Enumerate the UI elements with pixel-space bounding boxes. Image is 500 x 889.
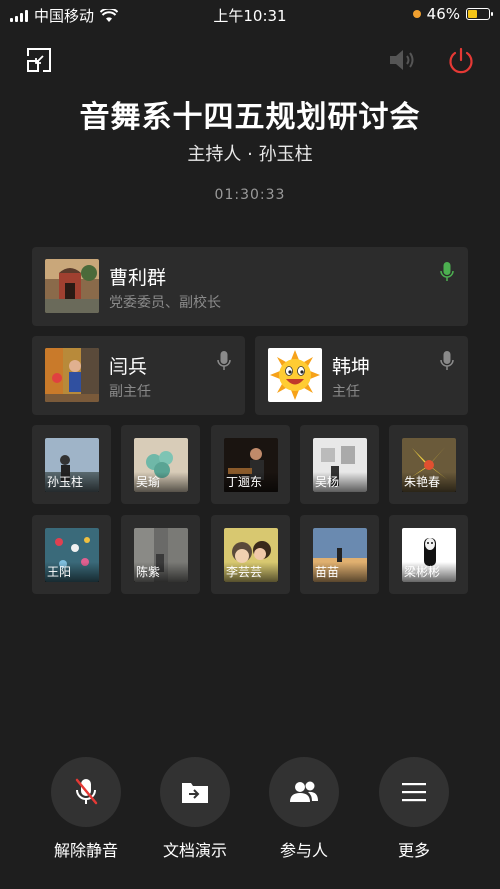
- unmute-control[interactable]: 解除静音: [51, 757, 121, 861]
- avatar: [268, 348, 322, 402]
- end-meeting-button[interactable]: [446, 46, 476, 76]
- mic-muted-icon: [75, 778, 98, 805]
- share-document-label: 文档演示: [162, 841, 227, 860]
- more-button[interactable]: [379, 757, 449, 827]
- participant-tile[interactable]: 徐洋洋: [300, 604, 379, 671]
- participant-tile[interactable]: 吴杨: [300, 425, 379, 504]
- participant-name: 吕鑫: [224, 651, 278, 671]
- meeting-host: 主持人 · 孙玉柱: [187, 144, 313, 165]
- mic-active-icon: [440, 262, 454, 281]
- more-control[interactable]: 更多: [379, 757, 449, 861]
- orange-dot-indicator: [412, 10, 421, 18]
- meeting-title: 音舞系十四五规划研讨会: [79, 100, 421, 135]
- battery-percent: 46%: [426, 5, 460, 23]
- speaker-button[interactable]: [388, 46, 418, 74]
- participants-control[interactable]: 参与人: [269, 757, 339, 861]
- power-icon: [449, 47, 473, 74]
- participant-tile[interactable]: 李芸芸: [211, 515, 290, 594]
- participant-name: 徐洋洋: [313, 651, 367, 671]
- participant-tile[interactable]: 张晓冬: [389, 604, 468, 671]
- participant-name: 吴瑜: [134, 472, 188, 492]
- speaker-card[interactable]: 闫兵 副主任: [32, 336, 245, 415]
- avatar: [402, 617, 456, 671]
- participant-tile[interactable]: 孙玉柱: [32, 425, 111, 504]
- people-icon: [290, 781, 318, 802]
- participants-label: 参与人: [279, 841, 328, 860]
- speaker-role: 党委委员、副校长: [109, 295, 221, 311]
- participant-tile[interactable]: 万媛媛: [32, 604, 111, 671]
- participant-tile[interactable]: 朱艳春: [389, 425, 468, 504]
- battery-icon: [466, 8, 493, 20]
- participant-tile[interactable]: 吕鑫: [211, 604, 290, 671]
- participant-name: 刘纪秋: [134, 651, 188, 671]
- participant-tile[interactable]: 王阳: [32, 515, 111, 594]
- avatar: [45, 348, 99, 402]
- mic-icon: [440, 351, 454, 370]
- participant-tile[interactable]: 梁彬彬: [389, 515, 468, 594]
- avatar: [224, 617, 278, 671]
- meeting-duration: 01:30:33: [214, 187, 286, 203]
- participant-tile[interactable]: 刘纪秋: [121, 604, 200, 671]
- mic-icon: [217, 351, 231, 370]
- speaker-card[interactable]: 韩坤 主任: [255, 336, 468, 415]
- minimize-window-button[interactable]: [25, 46, 53, 74]
- participant-name: 陈紫: [134, 562, 188, 582]
- share-document-button[interactable]: [160, 757, 230, 827]
- participant-name: 苗苗: [313, 562, 367, 582]
- participant-name: 吴杨: [313, 472, 367, 492]
- folder-share-icon: [182, 783, 208, 803]
- share-document-control[interactable]: 文档演示: [160, 757, 230, 861]
- speaker-role: 副主任: [109, 384, 151, 400]
- avatar: [45, 259, 99, 313]
- participants-button[interactable]: [269, 757, 339, 827]
- unmute-button[interactable]: [51, 757, 121, 827]
- menu-icon: [402, 783, 426, 802]
- participant-tile[interactable]: 陈紫: [121, 515, 200, 594]
- participant-tile[interactable]: 丁逦东: [211, 425, 290, 504]
- speaker-icon: [390, 50, 414, 70]
- shrink-icon: [27, 48, 51, 72]
- participant-name: 朱艳春: [402, 472, 456, 492]
- participant-name: 梁彬彬: [402, 562, 456, 582]
- participant-tile[interactable]: 吴瑜: [121, 425, 200, 504]
- speaker-name: 韩坤: [332, 356, 371, 378]
- unmute-label: 解除静音: [53, 841, 118, 860]
- participant-tile[interactable]: 苗苗: [300, 515, 379, 594]
- speaker-card-main[interactable]: 曹利群 党委委员、副校长: [32, 247, 468, 326]
- speaker-name: 闫兵: [109, 356, 148, 378]
- speaker-name: 曹利群: [109, 267, 167, 289]
- status-bar: 中国移动 上午10:31 46%: [0, 0, 500, 30]
- participant-name: 孙玉柱: [45, 472, 99, 492]
- participant-name: 丁逦东: [224, 472, 278, 492]
- participant-name: 张晓冬: [402, 651, 456, 671]
- avatar: [134, 617, 188, 671]
- participant-name: 李芸芸: [224, 562, 278, 582]
- avatar: [45, 617, 99, 671]
- participant-name: 万媛媛: [45, 651, 99, 671]
- participant-name: 王阳: [45, 562, 99, 582]
- more-label: 更多: [397, 841, 430, 860]
- speaker-role: 主任: [332, 384, 360, 400]
- avatar: [313, 617, 367, 671]
